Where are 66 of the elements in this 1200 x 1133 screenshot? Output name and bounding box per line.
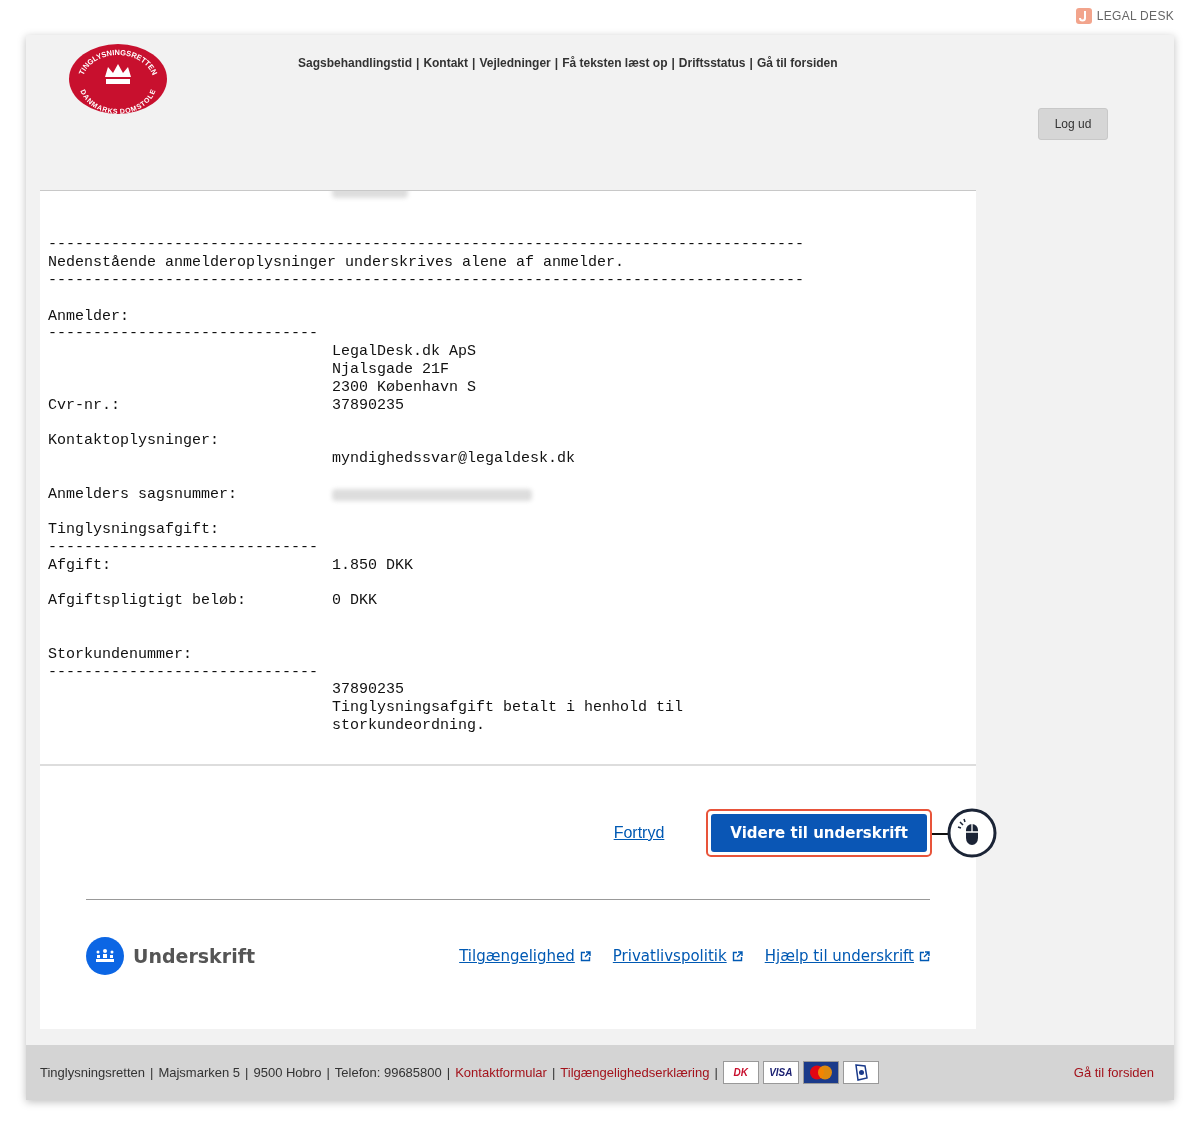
nav-link[interactable]: Kontakt — [423, 56, 469, 153]
field-value: Njalsgade 21F — [332, 360, 450, 379]
crown-logo-icon — [86, 937, 124, 975]
external-link-icon — [579, 950, 591, 962]
field-value: 2300 København S — [332, 378, 477, 397]
field-value: 37890235 — [332, 681, 404, 700]
nav-separator: | — [554, 56, 559, 72]
nav-link[interactable]: Vejledninger — [479, 56, 551, 153]
nav-link[interactable]: Gå til forsiden — [756, 56, 838, 153]
cancel-link[interactable]: Fortryd — [613, 823, 665, 842]
nav-separator: | — [671, 56, 675, 72]
document-text: ------------------------------------------------------------------------------------ — [48, 272, 805, 290]
dankort-icon: DK — [722, 1061, 759, 1084]
footer-text: Majsmarken 5 — [158, 1065, 241, 1080]
nav-link[interactable]: Sagsbehandlingstid — [298, 56, 412, 153]
footer-link[interactable]: Kontaktformular — [455, 1065, 547, 1080]
footer-separator: | — [326, 1065, 330, 1080]
document-text: ------------------------------------------------------------------------------------ — [48, 236, 805, 255]
visa-icon: VISA — [762, 1061, 799, 1084]
field-value: LegalDesk.dk ApS — [332, 343, 477, 361]
field-label: ------------------------------ — [48, 325, 320, 344]
footer-separator: | — [446, 1065, 451, 1080]
mastercard-icon — [802, 1061, 839, 1084]
field-value: storkundeordning. — [332, 716, 486, 735]
field-label: Cvr-nr.: — [48, 396, 121, 415]
field-value: Tinglysningsafgift betalt i henhold til — [332, 699, 684, 717]
footer-text: Tinglysningsretten — [40, 1065, 145, 1080]
footer-separator: | — [150, 1065, 154, 1080]
nav-link[interactable]: Få teksten læst op — [562, 56, 668, 153]
card-logo-icon — [842, 1061, 879, 1084]
field-label: Afgiftspligtigt beløb: — [48, 592, 248, 611]
footer-text: Telefon: 99685800 — [334, 1065, 442, 1080]
field-label: Anmelder: — [48, 307, 130, 326]
signing-title: Underskrift — [133, 945, 256, 967]
home-link[interactable]: Gå til forsiden — [1073, 1065, 1154, 1080]
field-label: Anmelders sagsnummer: — [48, 485, 239, 504]
brand-name: LEGAL DESK — [1096, 9, 1174, 23]
footer-separator: | — [245, 1065, 249, 1080]
footer-link[interactable]: Tilgængelighed — [459, 947, 591, 965]
external-link-icon — [731, 950, 743, 962]
field-label: ------------------------------ — [48, 538, 320, 557]
footer-link[interactable]: Tilgængelighedserklæring — [560, 1065, 710, 1080]
nav-link[interactable]: Driftsstatus — [678, 56, 746, 153]
document-text: Nedenstående anmelderoplysninger underskrives alene af anmelder. — [48, 254, 625, 272]
nav-separator: | — [472, 56, 476, 72]
field-value: 37890235 — [332, 396, 404, 415]
field-value: myndighedssvar@legaldesk.dk — [332, 449, 576, 468]
footer-link[interactable]: Privatlivspolitik — [612, 947, 743, 965]
continue-button[interactable]: Videre til underskrift — [711, 813, 927, 852]
field-value: 1.850 DKK — [332, 556, 413, 575]
nav-separator: | — [416, 56, 420, 72]
field-value: 0 DKK — [332, 592, 377, 611]
footer-link[interactable]: Hjælp til underskrift — [764, 947, 930, 965]
external-link-icon — [919, 950, 930, 962]
nav-separator: | — [749, 56, 753, 72]
footer-separator: | — [551, 1065, 556, 1080]
logout-button[interactable]: Log ud — [1038, 108, 1108, 140]
field-label: Storkundenummer: — [48, 645, 194, 664]
footer-separator: | — [714, 1065, 718, 1080]
field-label: Tinglysningsafgift: — [48, 521, 221, 539]
field-label: ------------------------------ — [48, 663, 320, 682]
brand-logo-icon — [1075, 8, 1092, 24]
field-label: Kontaktoplysninger: — [48, 432, 221, 450]
leader-line — [932, 832, 948, 835]
footer-text: 9500 Hobro — [253, 1065, 322, 1080]
field-label: Afgift: — [48, 556, 112, 575]
